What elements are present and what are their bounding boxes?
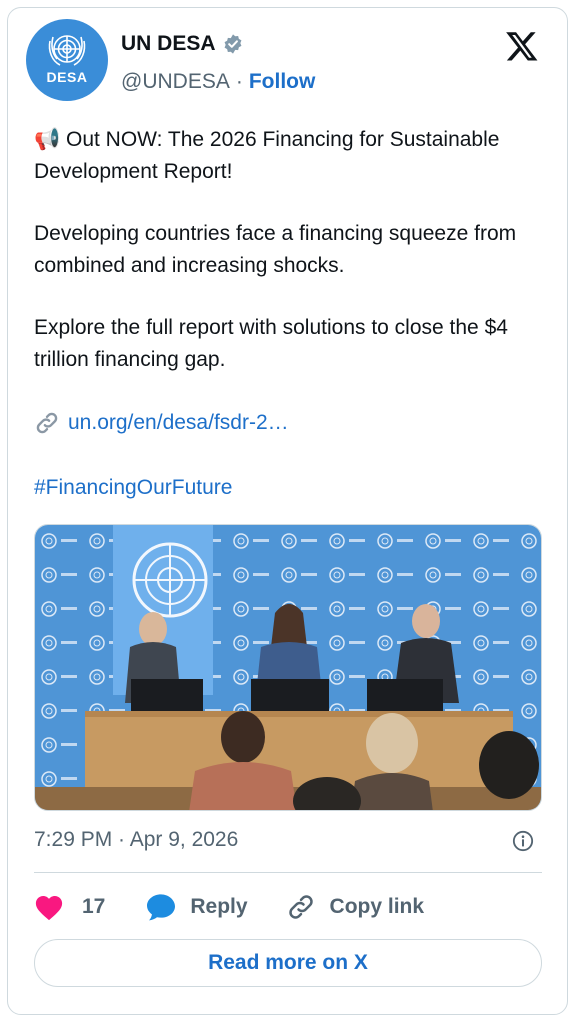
tweet-photo[interactable] (34, 524, 542, 811)
follow-button[interactable]: Follow (249, 70, 316, 94)
press-conference-photo (35, 525, 541, 810)
separator-dot: · (235, 70, 243, 93)
avatar[interactable]: DESA (26, 19, 108, 101)
link-row[interactable]: un.org/en/desa/fsdr-2… (34, 410, 289, 436)
display-name[interactable]: UN DESA (121, 32, 216, 56)
tweet-timestamp[interactable]: 7:29 PM · Apr 9, 2026 (34, 828, 238, 852)
handle[interactable]: @UNDESA (121, 70, 230, 94)
info-icon[interactable] (512, 830, 534, 852)
hashtag-link[interactable]: #FinancingOurFuture (34, 476, 232, 500)
copy-link-label: Copy link (329, 895, 425, 918)
name-row: UN DESA (121, 32, 244, 56)
like-count: 17 (82, 895, 106, 918)
copy-link-icon (288, 895, 313, 919)
divider (34, 872, 542, 873)
action-bar: 17 Reply Copy link (34, 890, 424, 924)
verified-badge-icon (224, 34, 241, 54)
reply-bubble-icon (147, 894, 176, 921)
un-emblem-icon (48, 35, 86, 66)
reply-button[interactable]: Reply (145, 892, 248, 922)
link-icon (36, 412, 58, 434)
read-more-button[interactable]: Read more on X (34, 939, 542, 987)
reply-label: Reply (190, 895, 248, 918)
avatar-label: DESA (46, 69, 88, 85)
tweet-paragraph: Developing countries face a financing sq… (34, 222, 517, 277)
x-logo-icon[interactable] (504, 29, 540, 63)
tweet-paragraph: 📢 Out NOW: The 2026 Financing for Sustai… (34, 128, 500, 183)
heart-icon (35, 896, 63, 921)
copy-link-button[interactable]: Copy link (286, 892, 425, 922)
tweet-text: 📢 Out NOW: The 2026 Financing for Sustai… (34, 124, 554, 406)
handle-row: @UNDESA · Follow (121, 70, 315, 94)
report-link[interactable]: un.org/en/desa/fsdr-2… (68, 411, 289, 435)
tweet-paragraph: Explore the full report with solutions t… (34, 316, 508, 371)
like-button[interactable]: 17 (34, 893, 105, 921)
